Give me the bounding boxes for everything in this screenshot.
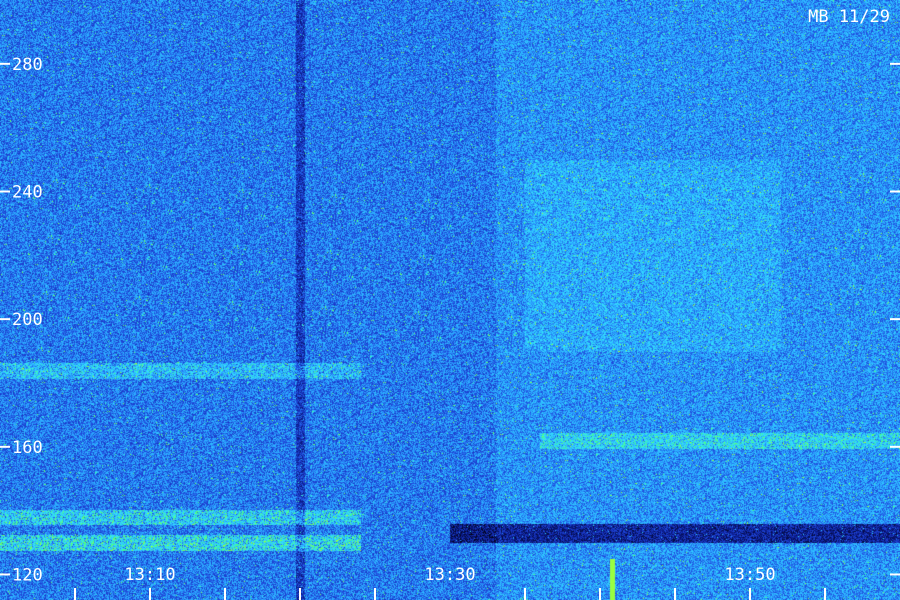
y-tick-label: 120 [12, 565, 43, 585]
x-tick-label: 13:10 [124, 565, 175, 585]
y-axis-right-ticks [890, 62, 900, 576]
y-tick-label: 200 [12, 310, 43, 330]
y-axis: 280 240 200 160 120 [0, 55, 43, 585]
y-tick-label: 160 [12, 438, 43, 458]
x-tick-label: 13:30 [424, 565, 475, 585]
chart-title: MB 11/29 [808, 7, 890, 27]
x-tick-label: 13:50 [724, 565, 775, 585]
x-axis: 13:10 13:30 13:50 [74, 565, 826, 600]
y-tick-label: 240 [12, 182, 43, 202]
y-tick-label: 280 [12, 55, 43, 75]
chart-overlay: MB 11/29 280 240 200 160 120 13:10 13:30 13:50 [0, 7, 900, 600]
